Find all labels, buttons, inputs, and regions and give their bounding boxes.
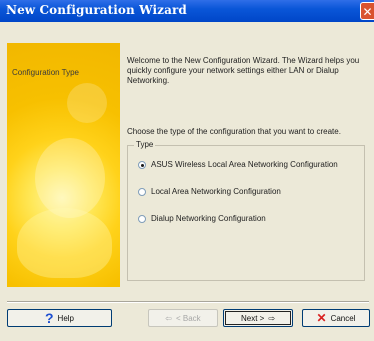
title-bar[interactable]: New Configuration Wizard ✕	[0, 0, 374, 22]
banner-decoration	[35, 138, 105, 218]
banner-decoration	[17, 208, 112, 278]
radio-button[interactable]	[138, 214, 146, 223]
window-title: New Configuration Wizard	[6, 3, 187, 17]
footer-divider	[7, 301, 369, 303]
cancel-button[interactable]: ✕ Cancel	[302, 309, 370, 327]
red-x-icon: ✕	[316, 311, 327, 325]
banner-decoration	[67, 83, 107, 123]
help-label: Help	[57, 313, 74, 323]
back-button[interactable]: ⇦ < Back	[148, 309, 218, 327]
side-banner: Configuration Type	[7, 43, 120, 287]
radio-label[interactable]: ASUS Wireless Local Area Networking Conf…	[151, 160, 338, 169]
close-button[interactable]: ✕	[360, 2, 374, 20]
question-mark-icon: ?	[44, 310, 54, 326]
help-button[interactable]: ? Help	[7, 309, 112, 327]
radio-button[interactable]	[138, 187, 146, 196]
radio-label[interactable]: Local Area Networking Configuration	[151, 187, 281, 196]
welcome-text: Welcome to the New Configuration Wizard.…	[127, 56, 360, 85]
type-legend: Type	[134, 140, 156, 149]
back-label: < Back	[176, 313, 201, 323]
radio-label[interactable]: Dialup Networking Configuration	[151, 214, 266, 223]
radio-asus-wlan[interactable]: ASUS Wireless Local Area Networking Conf…	[138, 160, 338, 169]
cancel-label: Cancel	[330, 313, 356, 323]
step-label: Configuration Type	[12, 68, 80, 77]
next-label: Next >	[240, 313, 265, 323]
next-button[interactable]: Next > ⇨	[223, 309, 293, 327]
arrow-left-icon: ⇦	[165, 313, 172, 323]
radio-lan[interactable]: Local Area Networking Configuration	[138, 187, 281, 196]
radio-button[interactable]	[138, 160, 146, 169]
radio-dialup[interactable]: Dialup Networking Configuration	[138, 214, 266, 223]
close-icon: ✕	[362, 5, 373, 19]
type-groupbox: Type ASUS Wireless Local Area Networking…	[127, 140, 365, 281]
instruction-text: Choose the type of the configuration tha…	[127, 127, 341, 136]
arrow-right-icon: ⇨	[268, 313, 276, 323]
wizard-window: New Configuration Wizard ✕ Configuration…	[0, 0, 374, 341]
